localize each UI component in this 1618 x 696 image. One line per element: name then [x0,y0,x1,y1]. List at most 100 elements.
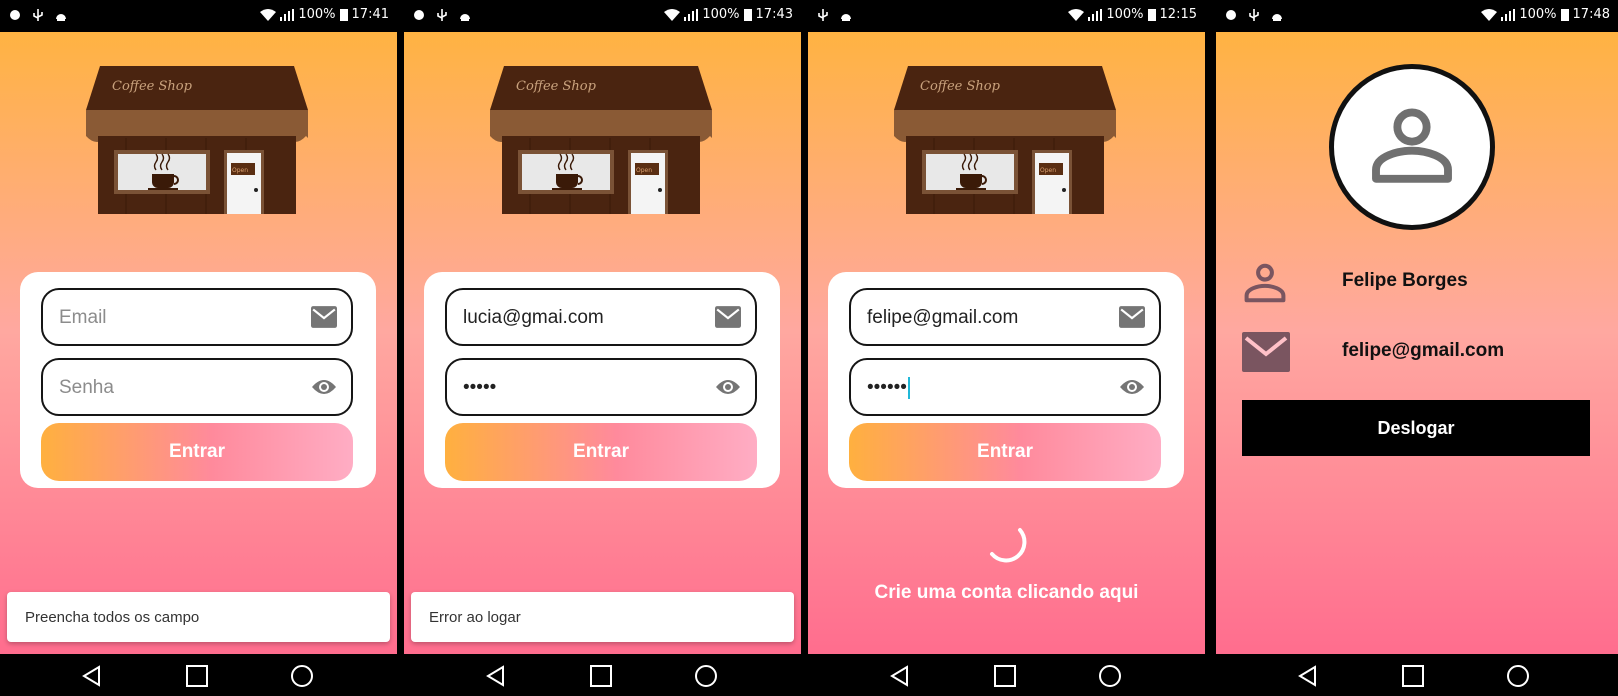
email-value: felipe@gmail.com [867,307,1019,328]
android-debug-icon [460,14,470,21]
home-icon[interactable] [1506,664,1530,688]
usb-icon [1249,9,1259,21]
password-value: ••••• [463,377,497,398]
password-field[interactable]: Senha [41,358,353,416]
signal-icon [280,8,295,21]
home-icon[interactable] [290,664,314,688]
battery-percent: 100% [1106,7,1144,22]
usb-icon [33,9,43,21]
user-name: Felipe Borges [1342,270,1468,291]
status-time: 17:43 [755,7,793,22]
nav-bar [404,654,801,696]
wifi-icon [1068,8,1085,21]
text-cursor [907,377,910,399]
coffee-shop-logo: Coffee Shop Open [894,66,1116,214]
envelope-icon [1119,306,1145,328]
battery-icon [743,9,752,21]
home-icon[interactable] [1098,664,1122,688]
create-account-link[interactable]: Crie uma conta clicando aqui [808,582,1205,604]
eye-icon[interactable] [311,376,337,398]
profile-screen: Felipe Borges felipe@gmail.com Deslogar [1216,32,1618,654]
wifi-icon [1481,8,1498,21]
battery-icon [1147,9,1156,21]
back-icon[interactable] [1296,664,1320,688]
profile-name-row: Felipe Borges [1242,260,1582,306]
recents-icon[interactable] [993,664,1017,688]
email-field[interactable]: felipe@gmail.com [849,288,1161,346]
status-time: 17:48 [1572,7,1610,22]
eye-icon[interactable] [1119,376,1145,398]
coffee-shop-logo: Coffee Shop Open [490,66,712,214]
loading-spinner [990,528,1027,563]
email-value: lucia@gmai.com [463,307,604,328]
login-card: Email Senha Entrar [20,272,376,488]
screen-login-empty: 100% 17:41 Coffee Shop Open Email Senha … [0,0,397,696]
wifi-icon [664,8,681,21]
password-field[interactable]: ••••• [445,358,757,416]
android-debug-icon [841,14,851,21]
door-sign-text: Open [232,167,248,174]
user-email: felipe@gmail.com [1342,340,1505,361]
person-icon [1244,263,1286,303]
eye-icon[interactable] [715,376,741,398]
back-icon[interactable] [888,664,912,688]
battery-percent: 100% [298,7,336,22]
avatar [1329,64,1495,230]
shop-sign-text: Coffee Shop [112,79,193,94]
enter-button[interactable]: Entrar [445,423,757,481]
logout-button[interactable]: Deslogar [1242,400,1590,456]
door-sign-text: Open [1040,167,1056,174]
login-screen: Coffee Shop Open Email Senha Entrar Pree… [0,32,397,654]
status-bar: 100% 17:43 [404,0,801,32]
snackbar: Preencha todos os campo [7,592,390,642]
enter-button[interactable]: Entrar [849,423,1161,481]
battery-icon [339,9,348,21]
nav-bar [808,654,1205,696]
email-field[interactable]: lucia@gmai.com [445,288,757,346]
back-icon[interactable] [484,664,508,688]
signal-icon [684,8,699,21]
battery-icon [1560,9,1569,21]
shop-sign-text: Coffee Shop [920,79,1001,94]
password-text: •••••• [867,377,910,399]
screen-login-loading: 100% 12:15 Coffee Shop Open felipe@gmail… [808,0,1205,696]
status-time: 17:41 [351,7,389,22]
android-debug-icon [56,14,66,21]
usb-icon [437,9,447,21]
back-icon[interactable] [80,664,104,688]
password-placeholder: Senha [59,377,114,398]
shop-sign-text: Coffee Shop [516,79,597,94]
home-icon[interactable] [694,664,718,688]
snackbar: Error ao logar [411,592,794,642]
android-debug-icon [1272,14,1282,21]
signal-icon [1501,8,1516,21]
battery-percent: 100% [702,7,740,22]
person-icon [1367,100,1457,190]
email-placeholder: Email [59,307,107,328]
notification-icon [1226,10,1236,20]
nav-bar [0,654,397,696]
recents-icon[interactable] [185,664,209,688]
signal-icon [1088,8,1103,21]
usb-icon [818,9,828,21]
enter-button[interactable]: Entrar [41,423,353,481]
status-time: 12:15 [1159,7,1197,22]
login-card: lucia@gmai.com ••••• Entrar [424,272,780,488]
battery-percent: 100% [1519,7,1557,22]
envelope-icon [311,306,337,328]
password-field[interactable]: •••••• [849,358,1161,416]
login-screen: Coffee Shop Open felipe@gmail.com ••••••… [808,32,1205,654]
recents-icon[interactable] [589,664,613,688]
screen-login-error: 100% 17:43 Coffee Shop Open lucia@gmai.c… [404,0,801,696]
email-field[interactable]: Email [41,288,353,346]
profile-email-row: felipe@gmail.com [1242,332,1582,378]
recents-icon[interactable] [1401,664,1425,688]
envelope-icon [1242,332,1290,372]
nav-bar [1216,654,1618,696]
login-screen: Coffee Shop Open lucia@gmai.com ••••• En… [404,32,801,654]
coffee-shop-logo: Coffee Shop Open [86,66,308,214]
password-value: •••••• [867,377,907,399]
screen-profile: 100% 17:48 Felipe Borges felipe@gmail.co… [1216,0,1618,696]
envelope-icon [715,306,741,328]
door-sign-text: Open [636,167,652,174]
